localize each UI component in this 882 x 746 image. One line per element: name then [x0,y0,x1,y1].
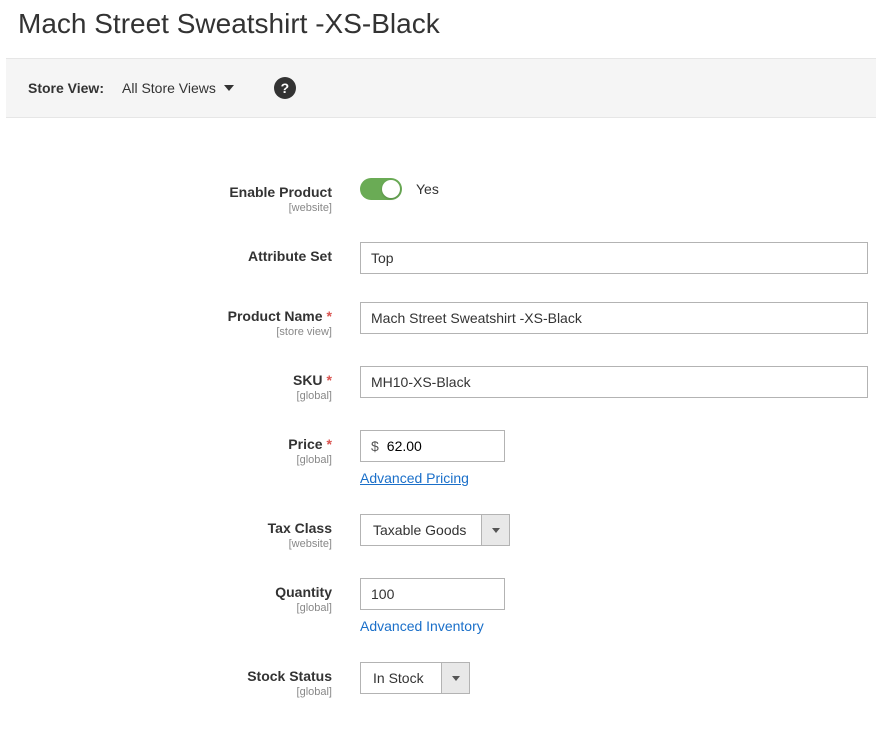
help-icon[interactable]: ? [274,77,296,99]
scope-enable-product: [website] [0,202,332,214]
label-quantity: Quantity [275,584,332,600]
select-button [481,515,509,545]
scope-product-name: [store view] [0,326,332,338]
required-star-icon: * [327,436,332,452]
price-input[interactable] [387,431,504,461]
select-button [441,663,469,693]
store-view-bar: Store View: All Store Views ? [6,58,876,118]
label-price: Price* [288,436,332,452]
scope-sku: [global] [0,390,332,402]
label-attribute-set: Attribute Set [248,248,332,264]
label-sku: SKU* [293,372,332,388]
store-view-value: All Store Views [122,80,216,96]
product-name-input[interactable] [360,302,868,334]
currency-symbol: $ [361,431,387,461]
enable-product-value: Yes [416,181,439,197]
required-star-icon: * [327,372,332,388]
scope-stock-status: [global] [0,686,332,698]
row-enable-product: Enable Product [website] Yes [0,178,882,214]
row-product-name: Product Name* [store view] [0,302,882,338]
advanced-pricing-link[interactable]: Advanced Pricing [360,470,469,486]
price-input-wrap: $ [360,430,505,462]
label-stock-status: Stock Status [247,668,332,684]
enable-product-toggle[interactable] [360,178,402,200]
row-price: Price* [global] $ Advanced Pricing [0,430,882,486]
toggle-knob-icon [382,180,400,198]
store-view-label: Store View: [28,80,104,96]
sku-input[interactable] [360,366,868,398]
label-tax-class: Tax Class [268,520,332,536]
chevron-down-icon [492,528,500,533]
advanced-inventory-link[interactable]: Advanced Inventory [360,618,484,634]
caret-down-icon [224,85,234,91]
store-view-dropdown[interactable]: All Store Views [122,80,234,96]
page-title: Mach Street Sweatshirt -XS-Black [0,0,882,58]
stock-status-select[interactable]: In Stock [360,662,470,694]
tax-class-select[interactable]: Taxable Goods [360,514,510,546]
attribute-set-input[interactable] [360,242,868,274]
required-star-icon: * [327,308,332,324]
stock-status-value: In Stock [361,663,441,693]
row-sku: SKU* [global] [0,366,882,402]
tax-class-value: Taxable Goods [361,515,481,545]
quantity-input[interactable] [360,578,505,610]
row-attribute-set: Attribute Set [0,242,882,274]
chevron-down-icon [452,676,460,681]
scope-quantity: [global] [0,602,332,614]
label-enable-product: Enable Product [229,184,332,200]
scope-price: [global] [0,454,332,466]
row-stock-status: Stock Status [global] In Stock [0,662,882,698]
scope-tax-class: [website] [0,538,332,550]
row-tax-class: Tax Class [website] Taxable Goods [0,514,882,550]
label-product-name: Product Name* [228,308,332,324]
row-quantity: Quantity [global] Advanced Inventory [0,578,882,634]
product-form: Enable Product [website] Yes Attribute S… [0,118,882,746]
